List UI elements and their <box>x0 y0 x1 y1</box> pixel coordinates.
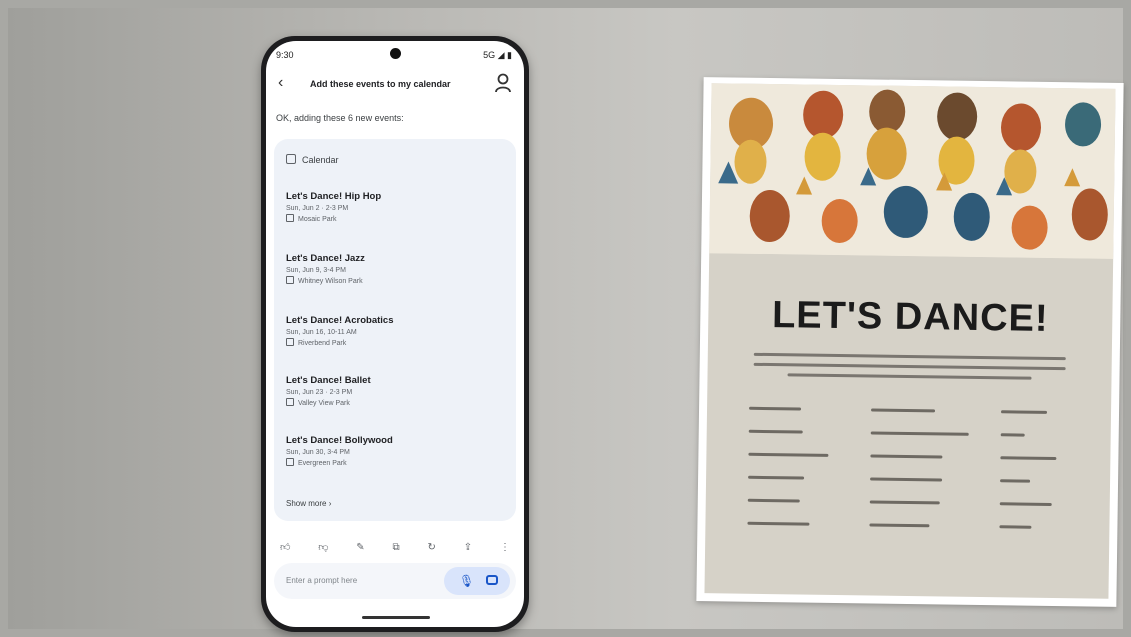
text-line <box>869 523 930 528</box>
location-icon <box>286 214 294 222</box>
edit-icon[interactable]: ✎ <box>356 542 364 553</box>
event-date: Sun, Jun 2 · 2-3 PM <box>286 205 349 212</box>
phone-device: 9:30 5G ◢ ▮ ‹ Add these events to my cal… <box>261 36 529 632</box>
event-date: Sun, Jun 30, 3-4 PM <box>286 449 350 456</box>
text-line <box>748 452 829 457</box>
event-item[interactable]: Let's Dance! Hip Hop Sun, Jun 2 · 2-3 PM… <box>286 191 506 223</box>
event-item[interactable]: Let's Dance! Jazz Sun, Jun 9, 3-4 PM Whi… <box>286 253 506 285</box>
home-indicator <box>362 616 430 619</box>
status-signal: 5G ◢ ▮ <box>483 50 512 60</box>
calendar-label: Calendar <box>302 155 339 165</box>
location-icon <box>286 338 294 346</box>
event-location-label: Riverbend Park <box>298 340 347 347</box>
text-line <box>1000 433 1025 437</box>
event-location: Whitney Wilson Park <box>286 276 506 285</box>
prompt-bar: Enter a prompt here 🎙︎ <box>274 563 516 599</box>
chevron-right-icon: › <box>328 499 332 508</box>
event-title: Let's Dance! Acrobatics <box>286 315 394 326</box>
schedule-row <box>747 496 1078 511</box>
event-title: Let's Dance! Ballet <box>286 375 371 386</box>
event-location: Riverbend Park <box>286 338 506 347</box>
event-date: Sun, Jun 9, 3-4 PM <box>286 267 346 274</box>
microphone-icon[interactable]: 🎙︎ <box>459 574 474 588</box>
event-item[interactable]: Let's Dance! Bollywood Sun, Jun 30, 3-4 … <box>286 435 506 467</box>
text-line <box>749 406 802 411</box>
text-line <box>1001 410 1048 414</box>
text-line <box>870 454 943 459</box>
text-line <box>870 477 943 482</box>
status-time: 9:30 <box>276 50 294 60</box>
event-title: Let's Dance! Bollywood <box>286 435 393 446</box>
calendar-chip[interactable]: Calendar <box>286 154 339 165</box>
event-title: Let's Dance! Jazz <box>286 253 365 264</box>
more-options-icon[interactable]: ⋮ <box>500 542 510 553</box>
location-icon <box>286 276 294 284</box>
flyer-title: LET'S DANCE! <box>771 294 1049 340</box>
event-item[interactable]: Let's Dance! Acrobatics Sun, Jun 16, 10-… <box>286 315 506 347</box>
show-more-button[interactable]: Show more › <box>286 499 331 508</box>
text-line <box>753 362 1066 371</box>
flyer-description <box>753 346 1066 387</box>
text-line <box>748 429 803 434</box>
text-line <box>870 431 969 436</box>
schedule-row <box>748 473 1078 488</box>
text-line <box>1000 479 1031 483</box>
schedule-row <box>749 404 1079 419</box>
conversation-title: Add these events to my calendar <box>310 79 451 89</box>
location-icon <box>286 458 294 466</box>
event-date: Sun, Jun 23 · 2-3 PM <box>286 389 353 396</box>
event-location-label: Valley View Park <box>298 400 350 407</box>
camera-icon[interactable] <box>486 575 498 585</box>
response-toolbar: 👍︎ 👎︎ ✎ ⧉ ↻ ⇪ ⋮ <box>280 539 510 555</box>
background-scene: 9:30 5G ◢ ▮ ‹ Add these events to my cal… <box>8 8 1124 632</box>
text-line <box>748 475 805 480</box>
prompt-actions: 🎙︎ <box>444 567 510 595</box>
calendar-icon <box>286 154 296 164</box>
back-arrow-icon[interactable]: ‹ <box>278 74 283 92</box>
dancing-animals-illustration <box>709 83 1116 259</box>
show-more-label: Show more <box>286 499 327 508</box>
event-location: Mosaic Park <box>286 214 506 223</box>
event-date: Sun, Jun 16, 10-11 AM <box>286 329 357 336</box>
text-line <box>747 521 810 526</box>
text-line <box>787 373 1032 380</box>
prompt-input[interactable]: Enter a prompt here <box>286 576 357 585</box>
schedule-row <box>748 427 1079 442</box>
text-line <box>999 525 1032 529</box>
schedule-row <box>748 450 1078 465</box>
event-location: Evergreen Park <box>286 458 506 467</box>
events-card: Calendar Let's Dance! Hip Hop Sun, Jun 2… <box>274 139 516 521</box>
event-item[interactable]: Let's Dance! Ballet Sun, Jun 23 · 2-3 PM… <box>286 375 506 407</box>
text-line <box>869 500 940 505</box>
text-line <box>999 502 1052 506</box>
flyer-paper: LET'S DANCE! <box>704 83 1116 599</box>
event-location-label: Mosaic Park <box>298 216 337 223</box>
text-line <box>1000 456 1057 461</box>
dance-flyer: LET'S DANCE! <box>696 77 1124 607</box>
event-location-label: Whitney Wilson Park <box>298 278 363 285</box>
front-camera <box>390 48 401 59</box>
thumbs-up-icon[interactable]: 👍︎ <box>280 541 290 553</box>
profile-avatar-icon[interactable] <box>494 73 512 93</box>
schedule-row <box>747 519 1077 534</box>
copy-icon[interactable]: ⧉ <box>393 542 400 553</box>
phone-screen: 9:30 5G ◢ ▮ ‹ Add these events to my cal… <box>266 41 524 627</box>
text-line <box>871 408 936 413</box>
text-line <box>747 498 800 503</box>
event-location-label: Evergreen Park <box>298 460 347 467</box>
app-bar: ‹ Add these events to my calendar <box>266 71 524 99</box>
event-location: Valley View Park <box>286 398 506 407</box>
text-line <box>753 352 1066 361</box>
share-icon[interactable]: ⇪ <box>464 542 472 553</box>
location-icon <box>286 398 294 406</box>
network-label: 5G <box>483 50 496 60</box>
thumbs-down-icon[interactable]: 👎︎ <box>318 541 328 553</box>
event-title: Let's Dance! Hip Hop <box>286 191 382 202</box>
assistant-reply: OK, adding these 6 new events: <box>276 113 404 123</box>
regenerate-icon[interactable]: ↻ <box>428 542 436 553</box>
